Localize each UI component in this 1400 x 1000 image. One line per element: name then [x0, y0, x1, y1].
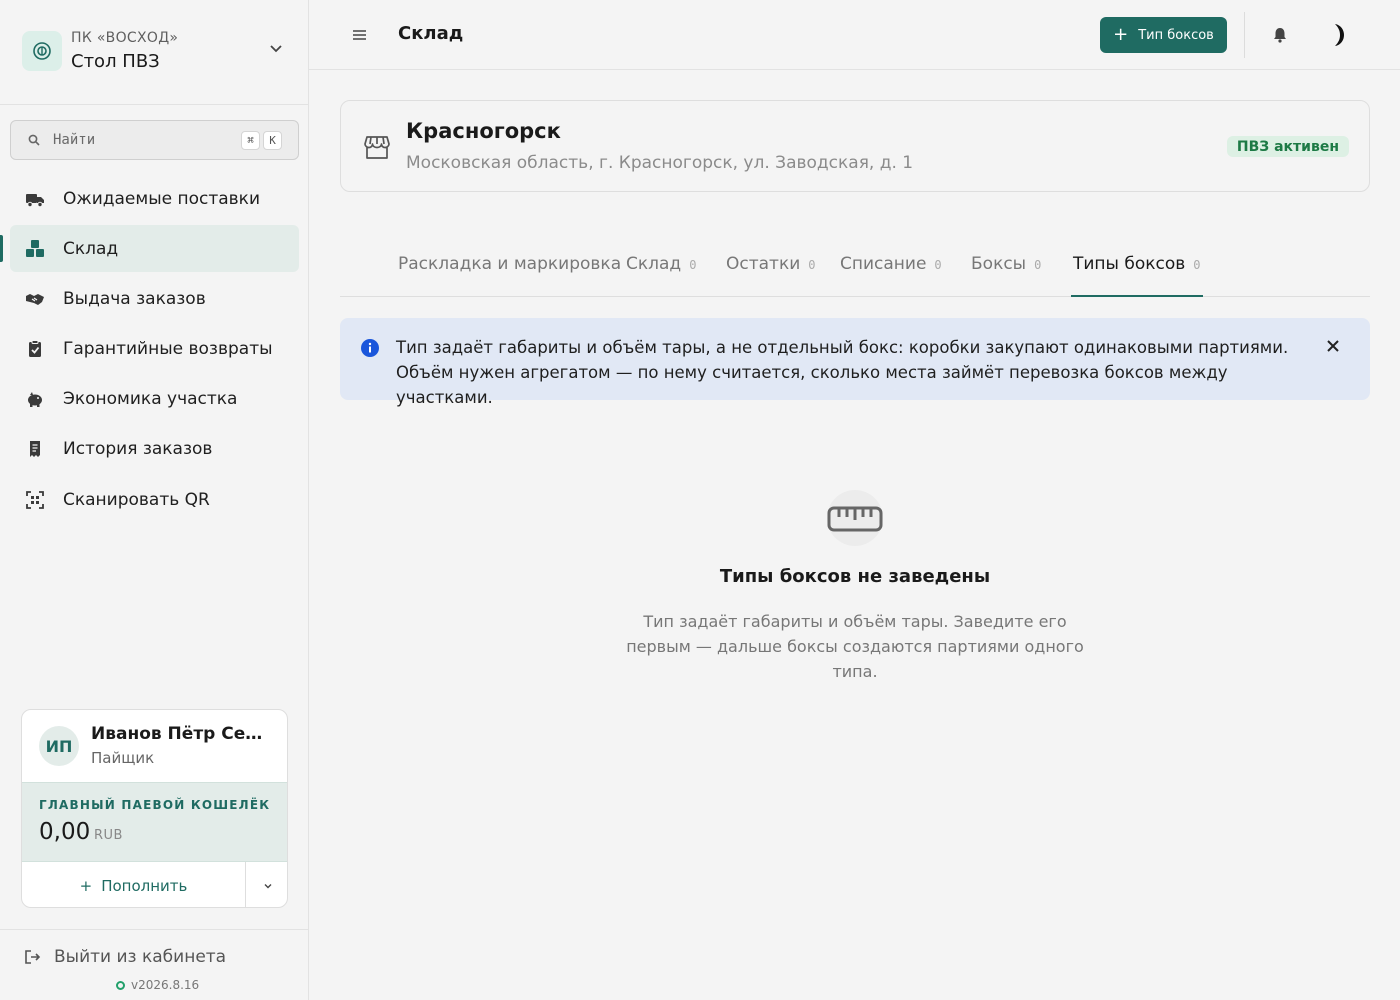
tab-warehouse[interactable]: Склад 0 — [626, 254, 696, 297]
info-alert: Тип задаёт габариты и объём тары, а не о… — [340, 318, 1370, 407]
sidebar-item-label: Ожидаемые поставки — [63, 188, 261, 209]
add-box-type-button[interactable]: + Тип боксов — [1100, 17, 1227, 53]
org-logo-icon — [22, 31, 62, 71]
sidebar-item-order-pickup[interactable]: Выдача заказов — [10, 275, 299, 322]
clipboard-check-icon — [29, 340, 41, 357]
tab-count: 0 — [1034, 258, 1042, 272]
bell-icon[interactable] — [1272, 26, 1288, 44]
boxes-icon — [26, 240, 44, 257]
user-name: Иванов Пётр Сергеевич — [91, 724, 271, 744]
shortcut-k-key: K — [263, 131, 282, 150]
topup-label: Пополнить — [101, 876, 188, 895]
status-dot-icon — [116, 980, 125, 990]
tab-stock[interactable]: Остатки 0 — [726, 254, 816, 297]
tab-count: 0 — [934, 258, 942, 272]
ruler-icon — [827, 490, 883, 546]
sidebar-item-label: Гарантийные возвраты — [63, 338, 273, 359]
tab-label: Раскладка и маркировка — [398, 254, 622, 274]
avatar[interactable]: ИП — [39, 726, 79, 766]
tab-bar: Раскладка и маркировка Склад 0 Остатки 0 С… — [340, 240, 1370, 297]
header-divider — [1244, 12, 1245, 58]
wallet-currency: RUB — [94, 828, 123, 843]
moon-icon[interactable] — [1326, 22, 1350, 48]
empty-state-text: Тип задаёт габариты и объём тары. Заведи… — [626, 612, 1084, 681]
wallet-label: ГЛАВНЫЙ ПАЕВОЙ КОШЕЛЁК — [39, 798, 271, 812]
empty-state: Типы боксов не заведены Тип задаёт габар… — [600, 490, 1110, 684]
tab-label: Склад — [626, 254, 682, 274]
top-bar: Склад + Тип боксов — [309, 0, 1400, 70]
sidebar-item-label: История заказов — [63, 438, 213, 459]
sidebar-item-label: Сканировать QR — [63, 489, 210, 510]
wallet-amount: 0,00 — [39, 819, 91, 845]
location-card: Красногорск Московская область, г. Красн… — [340, 100, 1370, 192]
plus-icon: + — [1113, 24, 1129, 45]
plus-icon: + — [79, 876, 93, 895]
org-company: ПК «ВОСХОД» — [71, 30, 179, 46]
logout-icon — [25, 950, 41, 964]
add-box-type-label: Тип боксов — [1138, 27, 1214, 43]
info-icon — [361, 339, 379, 357]
version-text: v2026.8.16 — [131, 978, 200, 992]
sidebar-item-label: Склад — [63, 238, 119, 259]
tab-write-off[interactable]: Списание 0 — [840, 254, 942, 297]
piggy-bank-icon — [28, 392, 42, 407]
tab-count: 0 — [689, 258, 697, 272]
tab-label: Типы боксов — [1073, 254, 1186, 274]
tab-layout-marking[interactable]: Раскладка и маркировка — [398, 254, 621, 297]
logout-button[interactable]: Выйти из кабинета — [24, 947, 226, 967]
active-indicator — [0, 235, 3, 262]
handshake-icon — [26, 294, 44, 305]
shortcut-cmd-key: ⌘ — [241, 131, 260, 150]
qr-scan-icon — [26, 491, 44, 509]
org-name: Стол ПВЗ — [71, 51, 160, 72]
tab-count: 0 — [808, 258, 816, 272]
alert-text: Тип задаёт габариты и объём тары, а не о… — [396, 338, 1289, 407]
wallet-panel: ГЛАВНЫЙ ПАЕВОЙ КОШЕЛЁК 0,00 RUB — [22, 782, 287, 862]
close-icon[interactable] — [1325, 338, 1341, 354]
logout-label: Выйти из кабинета — [54, 947, 227, 967]
sidebar-item-expected-deliveries[interactable]: Ожидаемые поставки — [10, 175, 299, 222]
search-input[interactable] — [53, 129, 233, 151]
sidebar-item-label: Экономика участка — [63, 388, 238, 409]
chevron-down-icon — [264, 883, 272, 888]
sidebar-item-label: Выдача заказов — [63, 288, 206, 309]
topup-more-button[interactable] — [247, 862, 287, 907]
menu-icon[interactable] — [351, 27, 369, 43]
sidebar-item-warranty-returns[interactable]: Гарантийные возвраты — [10, 325, 299, 372]
sidebar-item-order-history[interactable]: История заказов — [10, 425, 299, 472]
sidebar-item-warehouse[interactable]: Склад — [10, 225, 299, 272]
search-icon — [28, 134, 40, 146]
sidebar-item-scan-qr[interactable]: Сканировать QR — [10, 476, 299, 523]
receipt-icon — [30, 441, 40, 457]
sidebar-footer: Выйти из кабинета v2026.8.16 — [0, 929, 308, 1000]
app-version: v2026.8.16 — [116, 978, 199, 992]
empty-state-title: Типы боксов не заведены — [719, 566, 991, 587]
page-title: Склад — [398, 23, 464, 44]
search-box[interactable]: ⌘ K — [10, 120, 299, 160]
tab-label: Списание — [840, 254, 927, 274]
user-card: ИП Иванов Пётр Сергеевич Пайщик ГЛАВНЫЙ … — [21, 709, 288, 908]
tab-count: 0 — [1193, 258, 1201, 272]
sidebar: ПК «ВОСХОД» Стол ПВЗ ⌘ K Ожидаемые поста… — [0, 0, 309, 1000]
location-address: Московская область, г. Красногорск, ул. … — [406, 153, 914, 173]
location-name: Красногорск — [406, 119, 561, 143]
tab-label: Боксы — [971, 254, 1027, 274]
tab-box-types[interactable]: Типы боксов 0 — [1071, 254, 1203, 297]
tab-boxes[interactable]: Боксы 0 — [971, 254, 1041, 297]
chevron-down-icon[interactable] — [268, 40, 284, 56]
user-role: Пайщик — [91, 749, 155, 767]
org-switcher[interactable]: ПК «ВОСХОД» Стол ПВЗ — [0, 0, 308, 105]
truck-icon — [26, 194, 44, 208]
store-icon — [364, 136, 390, 159]
topup-button[interactable]: + Пополнить — [22, 862, 246, 907]
status-badge: ПВЗ активен — [1226, 136, 1349, 157]
tab-label: Остатки — [726, 254, 801, 274]
sidebar-item-area-economics[interactable]: Экономика участка — [10, 375, 299, 422]
